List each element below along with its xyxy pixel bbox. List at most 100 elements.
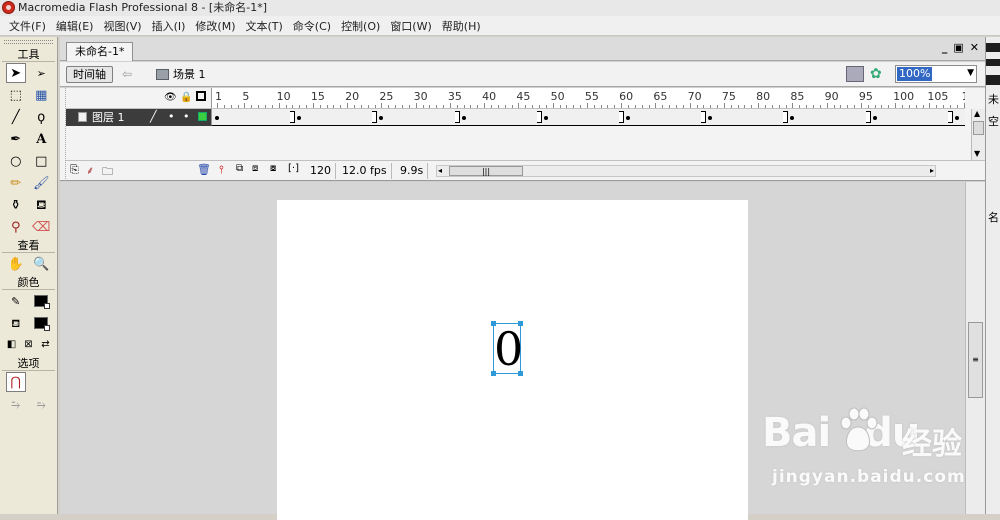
- scroll-up-icon[interactable]: ▲: [974, 109, 980, 118]
- onion-outlines-icon[interactable]: ⧈: [252, 163, 258, 174]
- keyframe-dot[interactable]: [461, 116, 466, 120]
- line-tool-icon[interactable]: ╱: [6, 107, 26, 127]
- insert-layer-icon[interactable]: ⎘: [70, 163, 79, 177]
- frame-span-end[interactable]: [701, 111, 707, 123]
- menu-text[interactable]: 文本(T): [240, 18, 287, 34]
- oval-tool-icon[interactable]: ○: [6, 151, 26, 171]
- paint-bucket-tool-icon[interactable]: ⛾: [31, 195, 51, 215]
- brush-tool-icon[interactable]: 🖌: [31, 173, 51, 193]
- scroll-right-icon[interactable]: ▸: [930, 166, 934, 175]
- panel-label[interactable]: 未: [988, 91, 999, 107]
- edit-multiple-frames-icon[interactable]: ⧇: [270, 163, 276, 174]
- lasso-tool-icon[interactable]: ϙ: [31, 107, 51, 127]
- zoom-tool-icon[interactable]: 🔍: [31, 254, 51, 274]
- stage-scroll-thumb[interactable]: ≡: [968, 322, 983, 398]
- selection-handle[interactable]: [518, 371, 523, 376]
- fill-color-swatch[interactable]: [31, 313, 51, 333]
- outline-icon[interactable]: [196, 91, 206, 101]
- ink-bottle-tool-icon[interactable]: ⚱: [6, 195, 26, 215]
- panel-grip[interactable]: [4, 40, 53, 44]
- document-tab[interactable]: 未命名-1*: [66, 42, 134, 61]
- keyframe-dot[interactable]: [708, 116, 713, 120]
- frame-span-end[interactable]: [865, 111, 871, 123]
- outline-color-icon[interactable]: [198, 112, 207, 121]
- keyframe-dot[interactable]: [215, 116, 219, 120]
- timeline-scroll-thumb[interactable]: |||: [449, 166, 523, 176]
- frame-ruler[interactable]: 1 5 10 15 20 25 30 35 40 45 50 55 60 65 70 75 80 85 90 95 10…: [211, 88, 965, 109]
- visibility-dot-icon[interactable]: •: [168, 110, 175, 123]
- frame-span-end[interactable]: [290, 111, 296, 123]
- layer-row[interactable]: 图层 1 ╱ • •: [66, 109, 211, 126]
- frame-span-end[interactable]: [372, 111, 378, 123]
- swap-colors-icon[interactable]: ⇄: [37, 335, 54, 355]
- frame-span-end[interactable]: [536, 111, 542, 123]
- frame-span-end[interactable]: [619, 111, 624, 123]
- rectangle-tool-icon[interactable]: □: [31, 151, 51, 171]
- timeline-horizontal-scrollbar[interactable]: ◂ ||| ▸: [436, 165, 936, 177]
- selection-tool-icon[interactable]: ➤: [5, 63, 26, 83]
- frame-row[interactable]: [211, 109, 965, 126]
- scroll-down-icon[interactable]: ▼: [974, 149, 980, 158]
- selection-handle[interactable]: [491, 321, 496, 326]
- center-frame-icon[interactable]: ⫯: [219, 163, 224, 177]
- delete-layer-icon[interactable]: 🗑: [197, 163, 211, 176]
- menu-file[interactable]: 文件(F): [4, 18, 51, 34]
- menu-help[interactable]: 帮助(H): [437, 18, 486, 34]
- selected-text-object[interactable]: 0: [491, 321, 523, 376]
- menu-edit[interactable]: 编辑(E): [51, 18, 99, 34]
- eraser-tool-icon[interactable]: ⌫: [31, 217, 51, 237]
- keyframe-dot[interactable]: [872, 116, 877, 120]
- panel-label[interactable]: 空: [988, 113, 999, 129]
- text-tool-icon[interactable]: A: [31, 129, 51, 149]
- gradient-transform-tool-icon[interactable]: ▦: [31, 85, 51, 105]
- keyframe-dot[interactable]: [543, 116, 548, 120]
- restore-icon[interactable]: ▣: [953, 41, 963, 54]
- frame-span-end[interactable]: [947, 111, 953, 123]
- hand-tool-icon[interactable]: ✋: [6, 254, 26, 274]
- chevron-down-icon[interactable]: ▼: [967, 68, 974, 78]
- selection-handle[interactable]: [518, 321, 523, 326]
- frame-span-end[interactable]: [783, 111, 789, 123]
- pen-tool-icon[interactable]: ✒: [6, 129, 26, 149]
- subselection-tool-icon[interactable]: ➢: [31, 63, 51, 83]
- eye-icon[interactable]: 👁: [164, 92, 177, 103]
- keyframe-dot[interactable]: [954, 116, 959, 120]
- straighten-icon[interactable]: ⥱: [31, 394, 51, 414]
- stage-canvas[interactable]: 0: [277, 200, 748, 520]
- free-transform-tool-icon[interactable]: ⬚: [6, 85, 26, 105]
- edit-symbols-icon[interactable]: ✿: [870, 66, 888, 82]
- close-icon[interactable]: ✕: [970, 41, 979, 54]
- insert-folder-icon[interactable]: 🗀: [102, 163, 113, 182]
- scroll-left-icon[interactable]: ◂: [438, 166, 442, 175]
- frame-span-end[interactable]: [454, 111, 460, 123]
- keyframe-dot[interactable]: [626, 116, 630, 120]
- snap-to-objects-icon[interactable]: ⋂: [5, 372, 26, 392]
- black-white-icon[interactable]: ◧: [3, 335, 20, 355]
- keyframe-dot[interactable]: [790, 116, 795, 120]
- menu-modify[interactable]: 修改(M): [190, 18, 240, 34]
- modify-markers-icon[interactable]: [·]: [288, 163, 299, 174]
- no-color-icon[interactable]: ⊠: [20, 335, 37, 355]
- menu-commands[interactable]: 命令(C): [288, 18, 336, 34]
- menu-control[interactable]: 控制(O): [336, 18, 385, 34]
- smooth-icon[interactable]: ⥲: [6, 394, 26, 414]
- timeline-vertical-scrollbar[interactable]: ▲ ▼: [971, 109, 985, 161]
- zoom-value[interactable]: 100%: [897, 67, 933, 81]
- panel-label[interactable]: 名: [988, 209, 999, 225]
- keyframe-dot[interactable]: [379, 116, 384, 120]
- lock-icon[interactable]: 🔒: [180, 92, 192, 103]
- pencil-tool-icon[interactable]: ✏: [6, 173, 26, 193]
- keyframe-dot[interactable]: [297, 116, 302, 120]
- selection-handle[interactable]: [491, 371, 496, 376]
- zoom-select[interactable]: 100% ▼: [895, 65, 977, 83]
- scene-breadcrumb[interactable]: 场景 1: [156, 66, 206, 83]
- scroll-thumb[interactable]: [973, 121, 984, 135]
- menu-insert[interactable]: 插入(I): [147, 18, 191, 34]
- add-motion-guide-icon[interactable]: ⸙: [86, 163, 94, 178]
- lock-dot-icon[interactable]: •: [183, 110, 190, 123]
- timeline-toggle-button[interactable]: 时间轴: [66, 66, 113, 83]
- back-arrow-icon[interactable]: ⇦: [122, 67, 132, 81]
- stroke-color-swatch[interactable]: [31, 291, 51, 311]
- edit-scene-icon[interactable]: [846, 66, 864, 82]
- minimize-icon[interactable]: _: [942, 41, 948, 54]
